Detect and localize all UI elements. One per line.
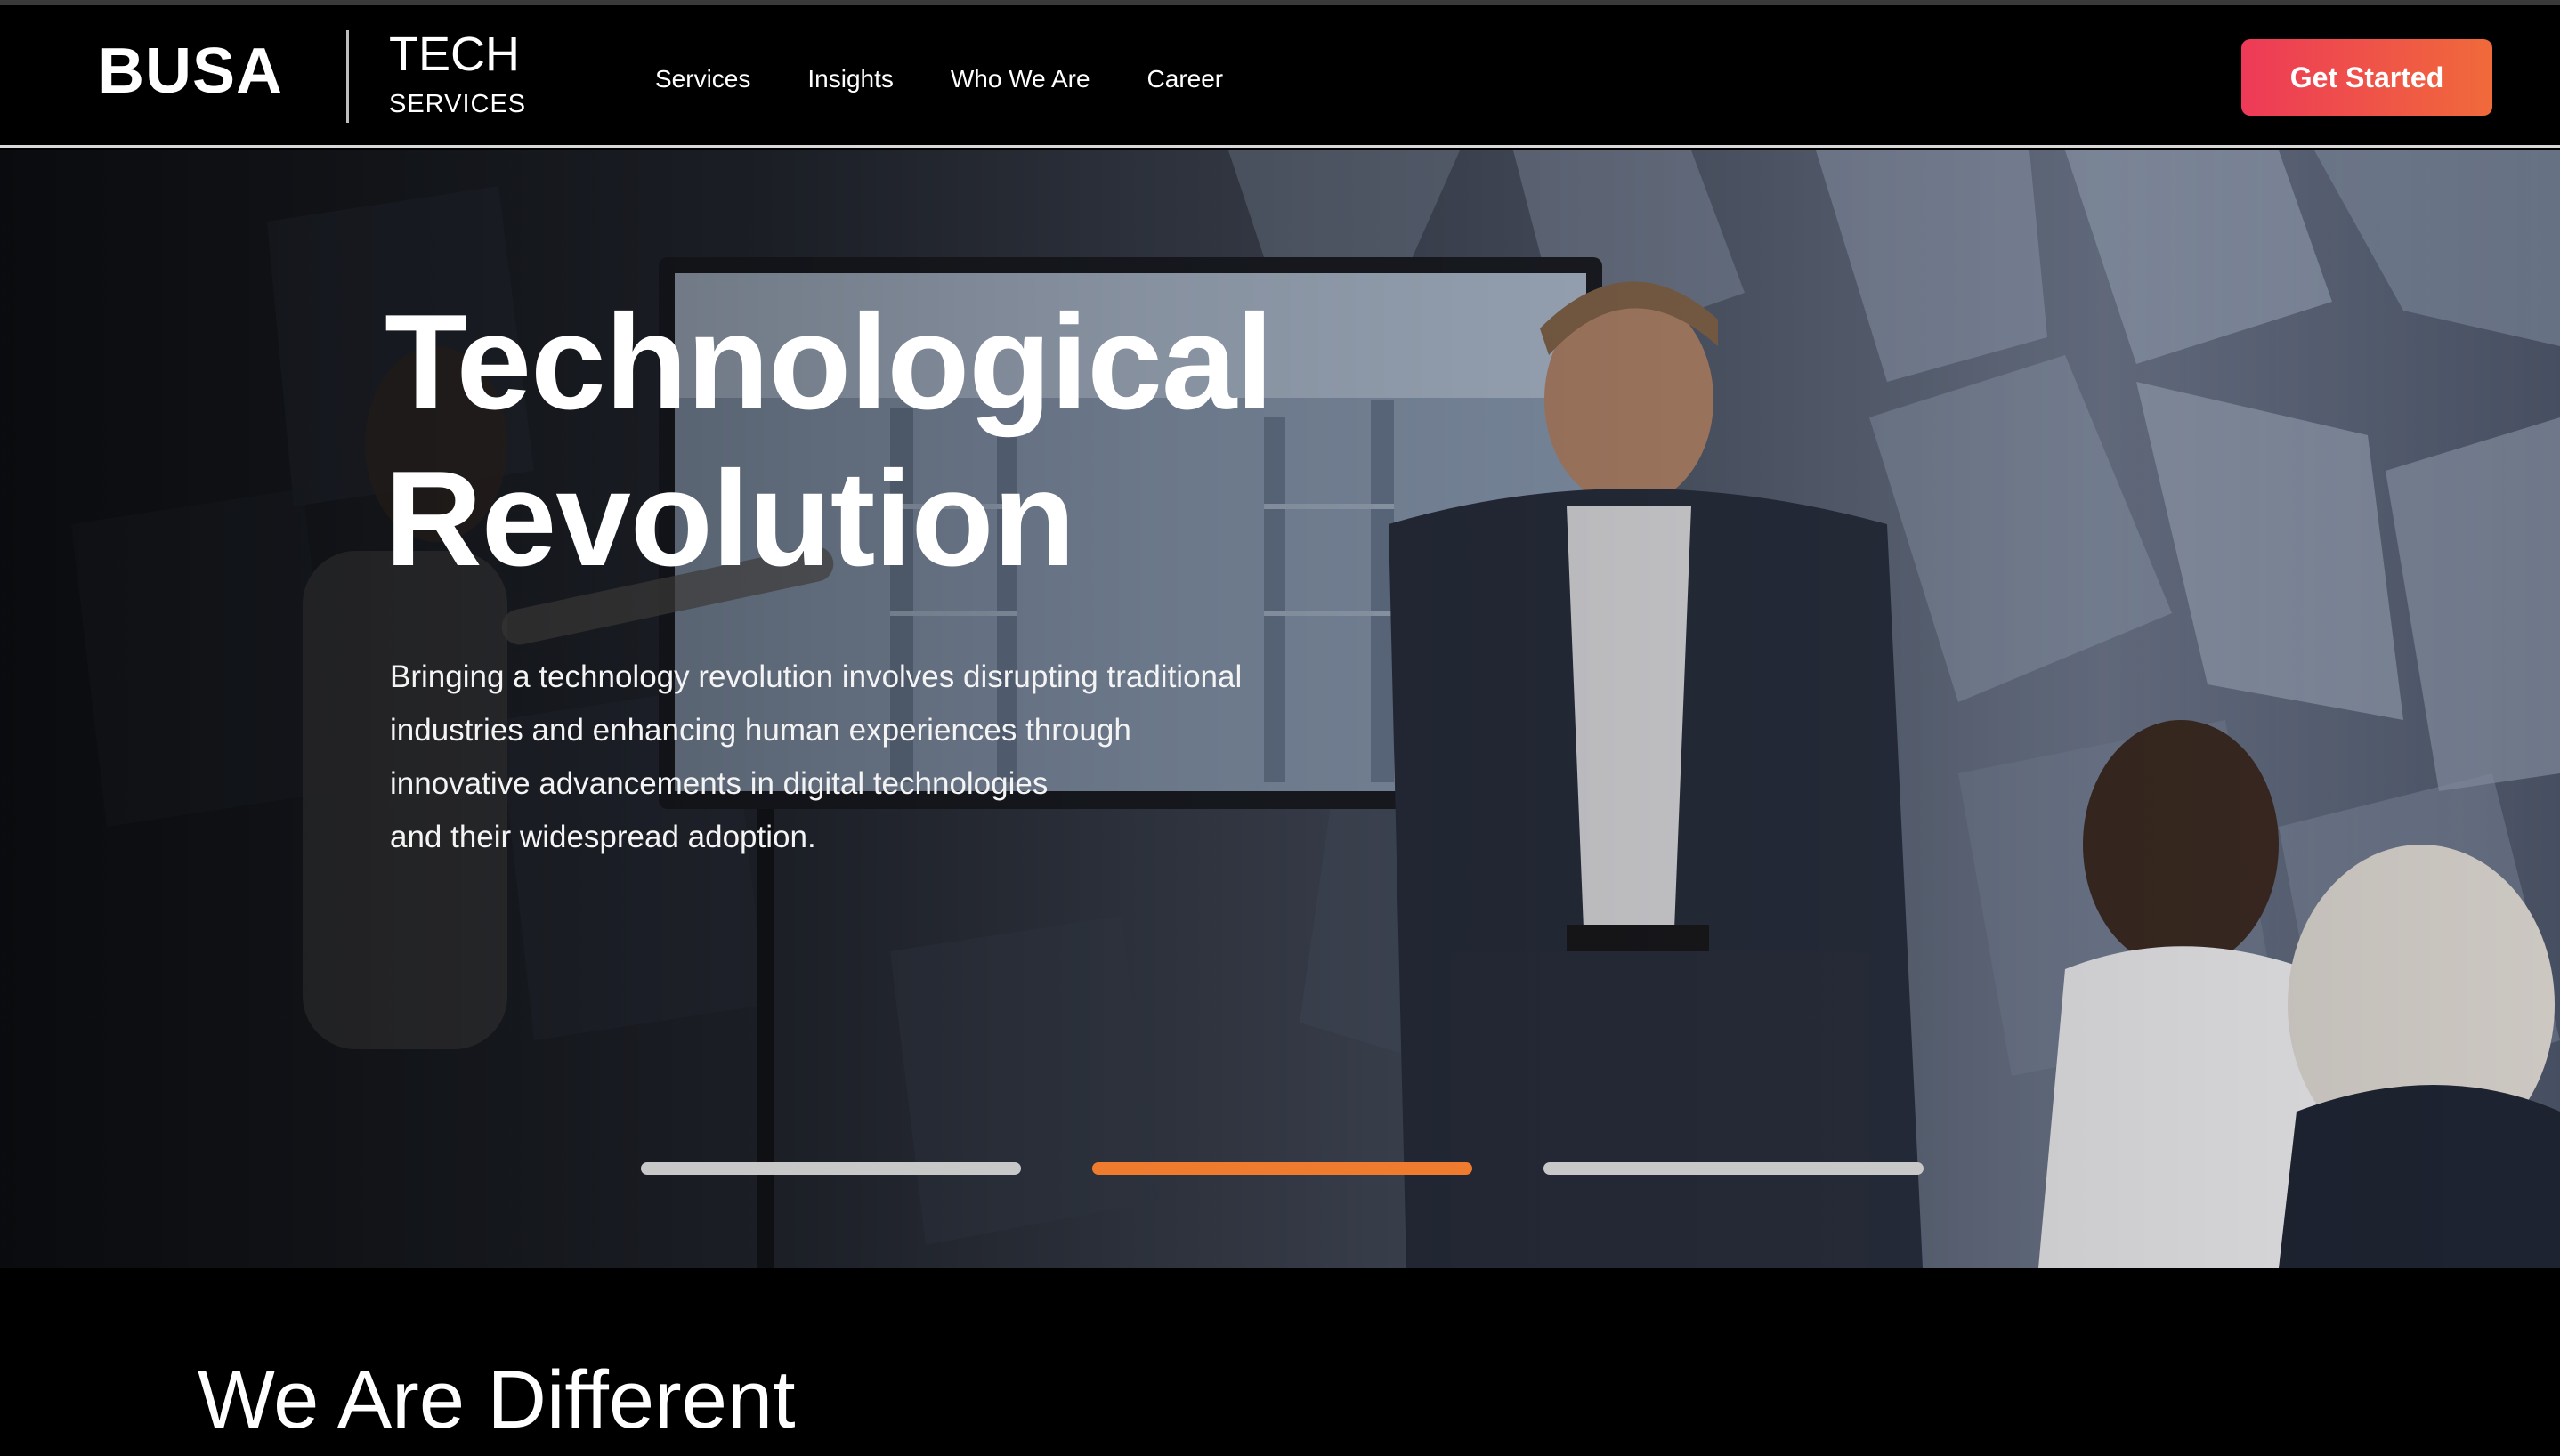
nav-link-services[interactable]: Services: [655, 64, 750, 94]
hero-carousel: Technological Revolution Bringing a tech…: [0, 150, 2560, 1268]
nav-link-who-we-are[interactable]: Who We Are: [951, 64, 1090, 94]
carousel-indicators: [641, 1162, 1924, 1175]
hero-title-line-2: Revolution: [385, 443, 1075, 595]
site-header: BUSA TECH SERVICES Services Insights Who…: [0, 5, 2560, 148]
brand-divider: [346, 30, 349, 123]
main-nav: Services Insights Who We Are Career: [655, 64, 1223, 94]
hero-desc-line-4: and their widespread adoption.: [390, 820, 816, 854]
hero-title-line-1: Technological: [385, 287, 1274, 438]
brand-logo[interactable]: BUSA: [98, 39, 283, 103]
hero-desc-line-2: industries and enhancing human experienc…: [390, 713, 1131, 748]
carousel-indicator-1[interactable]: [641, 1162, 1021, 1175]
nav-link-career[interactable]: Career: [1147, 64, 1224, 94]
brand-subtitle-bottom: SERVICES: [389, 90, 527, 118]
carousel-indicator-3[interactable]: [1543, 1162, 1924, 1175]
we-are-different-section: We Are Different: [0, 1268, 2560, 1456]
hero-description: Bringing a technology revolution involve…: [390, 651, 1333, 864]
hero-desc-line-1: Bringing a technology revolution involve…: [390, 659, 1243, 694]
hero-desc-line-3: innovative advancements in digital techn…: [390, 766, 1049, 801]
brand-subtitle-top: TECH: [389, 28, 520, 81]
get-started-button[interactable]: Get Started: [2241, 39, 2492, 116]
carousel-indicator-2[interactable]: [1092, 1162, 1472, 1175]
hero-title: Technological Revolution: [385, 284, 1274, 597]
nav-link-insights[interactable]: Insights: [807, 64, 894, 94]
section-title: We Are Different: [198, 1355, 796, 1445]
